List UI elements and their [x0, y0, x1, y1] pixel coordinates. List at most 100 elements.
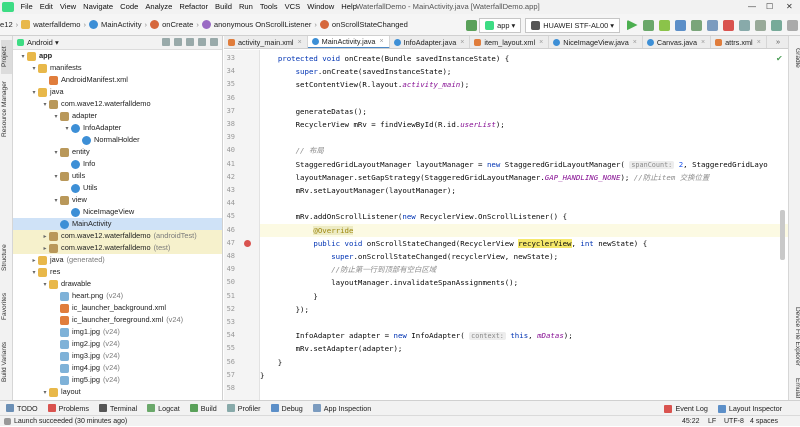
code-line[interactable]: //防止第一行到顶部有空白区域: [260, 263, 436, 276]
bottom-tab-event-log[interactable]: Event Log: [664, 404, 708, 413]
file-encoding[interactable]: UTF-8: [724, 416, 744, 427]
breadcrumb-item[interactable]: MainActivity: [89, 20, 142, 30]
bottom-tab-terminal[interactable]: Terminal: [99, 404, 137, 413]
code-line[interactable]: mRv.setAdapter(adapter);: [260, 342, 403, 355]
status-message[interactable]: Launch succeeded (30 minutes ago): [4, 416, 127, 427]
bottom-tab-problems[interactable]: Problems: [47, 404, 89, 413]
breadcrumb-item[interactable]: e12: [0, 20, 13, 29]
stop-icon[interactable]: [722, 19, 734, 31]
caret-position[interactable]: 45:22: [682, 416, 700, 427]
editor-scrollbar[interactable]: [780, 210, 785, 260]
menu-file[interactable]: File: [17, 0, 36, 14]
tree-item[interactable]: ▾ InfoAdapter: [13, 122, 222, 134]
menu-view[interactable]: View: [56, 0, 79, 14]
code-line[interactable]: super.onCreate(savedInstanceState);: [260, 65, 452, 78]
gear-icon[interactable]: [198, 38, 206, 46]
menu-window[interactable]: Window: [304, 0, 338, 14]
run-play-icon[interactable]: [626, 19, 638, 31]
sync-gradle-icon[interactable]: [738, 19, 750, 31]
close-tab-icon[interactable]: ×: [633, 36, 637, 48]
tab-attrs-xml[interactable]: attrs.xml ×: [711, 36, 767, 48]
tree-item[interactable]: img5.jpg (v24): [13, 374, 222, 386]
code-line[interactable]: InfoAdapter adapter = new InfoAdapter( c…: [260, 329, 573, 342]
close-tab-icon[interactable]: ×: [379, 36, 383, 48]
profile-icon[interactable]: [690, 19, 702, 31]
search-everywhere-icon[interactable]: [786, 19, 798, 31]
device-file-explorer-tool-tab[interactable]: Device File Explorer: [790, 298, 800, 374]
tab-activity-main-xml[interactable]: activity_main.xml ×: [224, 36, 308, 48]
emulator-tool-tab[interactable]: Emulator: [790, 378, 800, 398]
menu-analyze[interactable]: Analyze: [142, 0, 176, 14]
tree-item[interactable]: ▾ manifests: [13, 62, 222, 74]
menu-code[interactable]: Code: [117, 0, 142, 14]
more-tabs-button[interactable]: »: [776, 37, 780, 46]
build-variants-tool-tab[interactable]: Build Variants: [1, 336, 12, 388]
collapse-all-icon[interactable]: [174, 38, 182, 46]
bottom-tab-layout-inspector[interactable]: Layout Inspector: [717, 404, 782, 413]
favorites-tool-tab[interactable]: Favorites: [1, 288, 12, 324]
menu-run[interactable]: Run: [235, 0, 256, 14]
menu-tools[interactable]: Tools: [256, 0, 281, 14]
gradle-tool-tab[interactable]: Gradle: [790, 42, 800, 74]
breadcrumb-item[interactable]: onScrollStateChanged: [319, 20, 408, 30]
bottom-tab-debug[interactable]: Debug: [270, 404, 303, 413]
structure-tool-tab[interactable]: Structure: [1, 238, 12, 278]
code-line[interactable]: @Override: [260, 223, 788, 237]
override-marker-icon[interactable]: [244, 239, 251, 247]
expand-all-icon[interactable]: [186, 38, 194, 46]
tree-item[interactable]: ▾ drawable: [13, 278, 222, 290]
tree-item[interactable]: ▾ java: [13, 86, 222, 98]
tree-item[interactable]: img2.jpg (v24): [13, 338, 222, 350]
breadcrumb-item[interactable]: anonymous OnScrollListener: [201, 20, 311, 30]
tree-item[interactable]: ▾ entity: [13, 146, 222, 158]
code-line[interactable]: generateDatas();: [260, 105, 367, 118]
tab-niceimageview-java[interactable]: NiceImageView.java ×: [549, 36, 643, 48]
breadcrumb-item[interactable]: waterfalldemo: [21, 20, 80, 30]
code-line[interactable]: }: [260, 369, 264, 382]
project-view-mode[interactable]: Android: [27, 38, 53, 47]
tree-item[interactable]: img3.jpg (v24): [13, 350, 222, 362]
avd-manager-icon[interactable]: [754, 19, 766, 31]
tree-item[interactable]: ▾ res: [13, 266, 222, 278]
tab-item-layout-xml[interactable]: item_layout.xml ×: [470, 36, 550, 48]
tree-item[interactable]: ▸ java (generated): [13, 254, 222, 266]
apply-changes-icon[interactable]: [642, 19, 654, 31]
code-line[interactable]: // 布局: [260, 144, 324, 157]
bottom-tab-todo[interactable]: TODO: [6, 404, 38, 413]
menu-build[interactable]: Build: [212, 0, 236, 14]
bottom-tab-logcat[interactable]: Logcat: [147, 404, 180, 413]
tree-item[interactable]: AndroidManifest.xml: [13, 74, 222, 86]
menu-navigate[interactable]: Navigate: [80, 0, 117, 14]
code-line[interactable]: public void onScrollStateChanged(Recycle…: [260, 237, 647, 250]
indent-setting[interactable]: 4 spaces: [750, 416, 778, 427]
menu-edit[interactable]: Edit: [36, 0, 56, 14]
apply-code-changes-icon[interactable]: [658, 19, 670, 31]
close-tab-icon[interactable]: ×: [460, 36, 464, 48]
tab-canvas-java[interactable]: Canvas.java ×: [643, 36, 712, 48]
code-line[interactable]: layoutManager.setGapStrategy(StaggeredGr…: [260, 171, 710, 184]
code-line[interactable]: setContentView(R.layout.activity_main);: [260, 78, 470, 91]
tree-item[interactable]: ▸ com.wave12.waterfalldemo (test): [13, 242, 222, 254]
close-tab-icon[interactable]: ×: [757, 36, 761, 48]
code-line[interactable]: super.onScrollStateChanged(recyclerView,…: [260, 250, 558, 263]
code-line[interactable]: layoutManager.invalidateSpanAssignments(…: [260, 276, 518, 289]
bottom-tab-app-inspection[interactable]: App Inspection: [312, 404, 371, 413]
resource-manager-tool-tab[interactable]: Resource Manager: [1, 78, 12, 140]
minimize-panel-icon[interactable]: [210, 38, 218, 46]
run-config-dropdown[interactable]: app ▾: [479, 17, 522, 33]
tree-item[interactable]: ▾ app: [13, 50, 222, 62]
tree-item[interactable]: ▾ com.wave12.waterfalldemo: [13, 98, 222, 110]
tab-infoadapter-java[interactable]: InfoAdapter.java ×: [390, 36, 471, 48]
inspection-ok-icon[interactable]: ✔: [776, 54, 783, 63]
code-line[interactable]: mRv.setLayoutManager(layoutManager);: [260, 184, 456, 197]
tree-item[interactable]: heart.png (v24): [13, 290, 222, 302]
attach-debugger-icon[interactable]: [706, 19, 718, 31]
menu-vcs[interactable]: VCS: [281, 0, 304, 14]
close-tab-icon[interactable]: ×: [298, 36, 302, 48]
code-line[interactable]: });: [260, 303, 309, 316]
device-dropdown[interactable]: HUAWEI STF-AL00 ▾: [525, 17, 620, 33]
line-separator[interactable]: LF: [708, 416, 716, 427]
tree-item[interactable]: NormalHolder: [13, 134, 222, 146]
minimize-button[interactable]: —: [748, 0, 756, 14]
code-line[interactable]: RecyclerView mRv = findViewById(R.id.use…: [260, 118, 505, 131]
